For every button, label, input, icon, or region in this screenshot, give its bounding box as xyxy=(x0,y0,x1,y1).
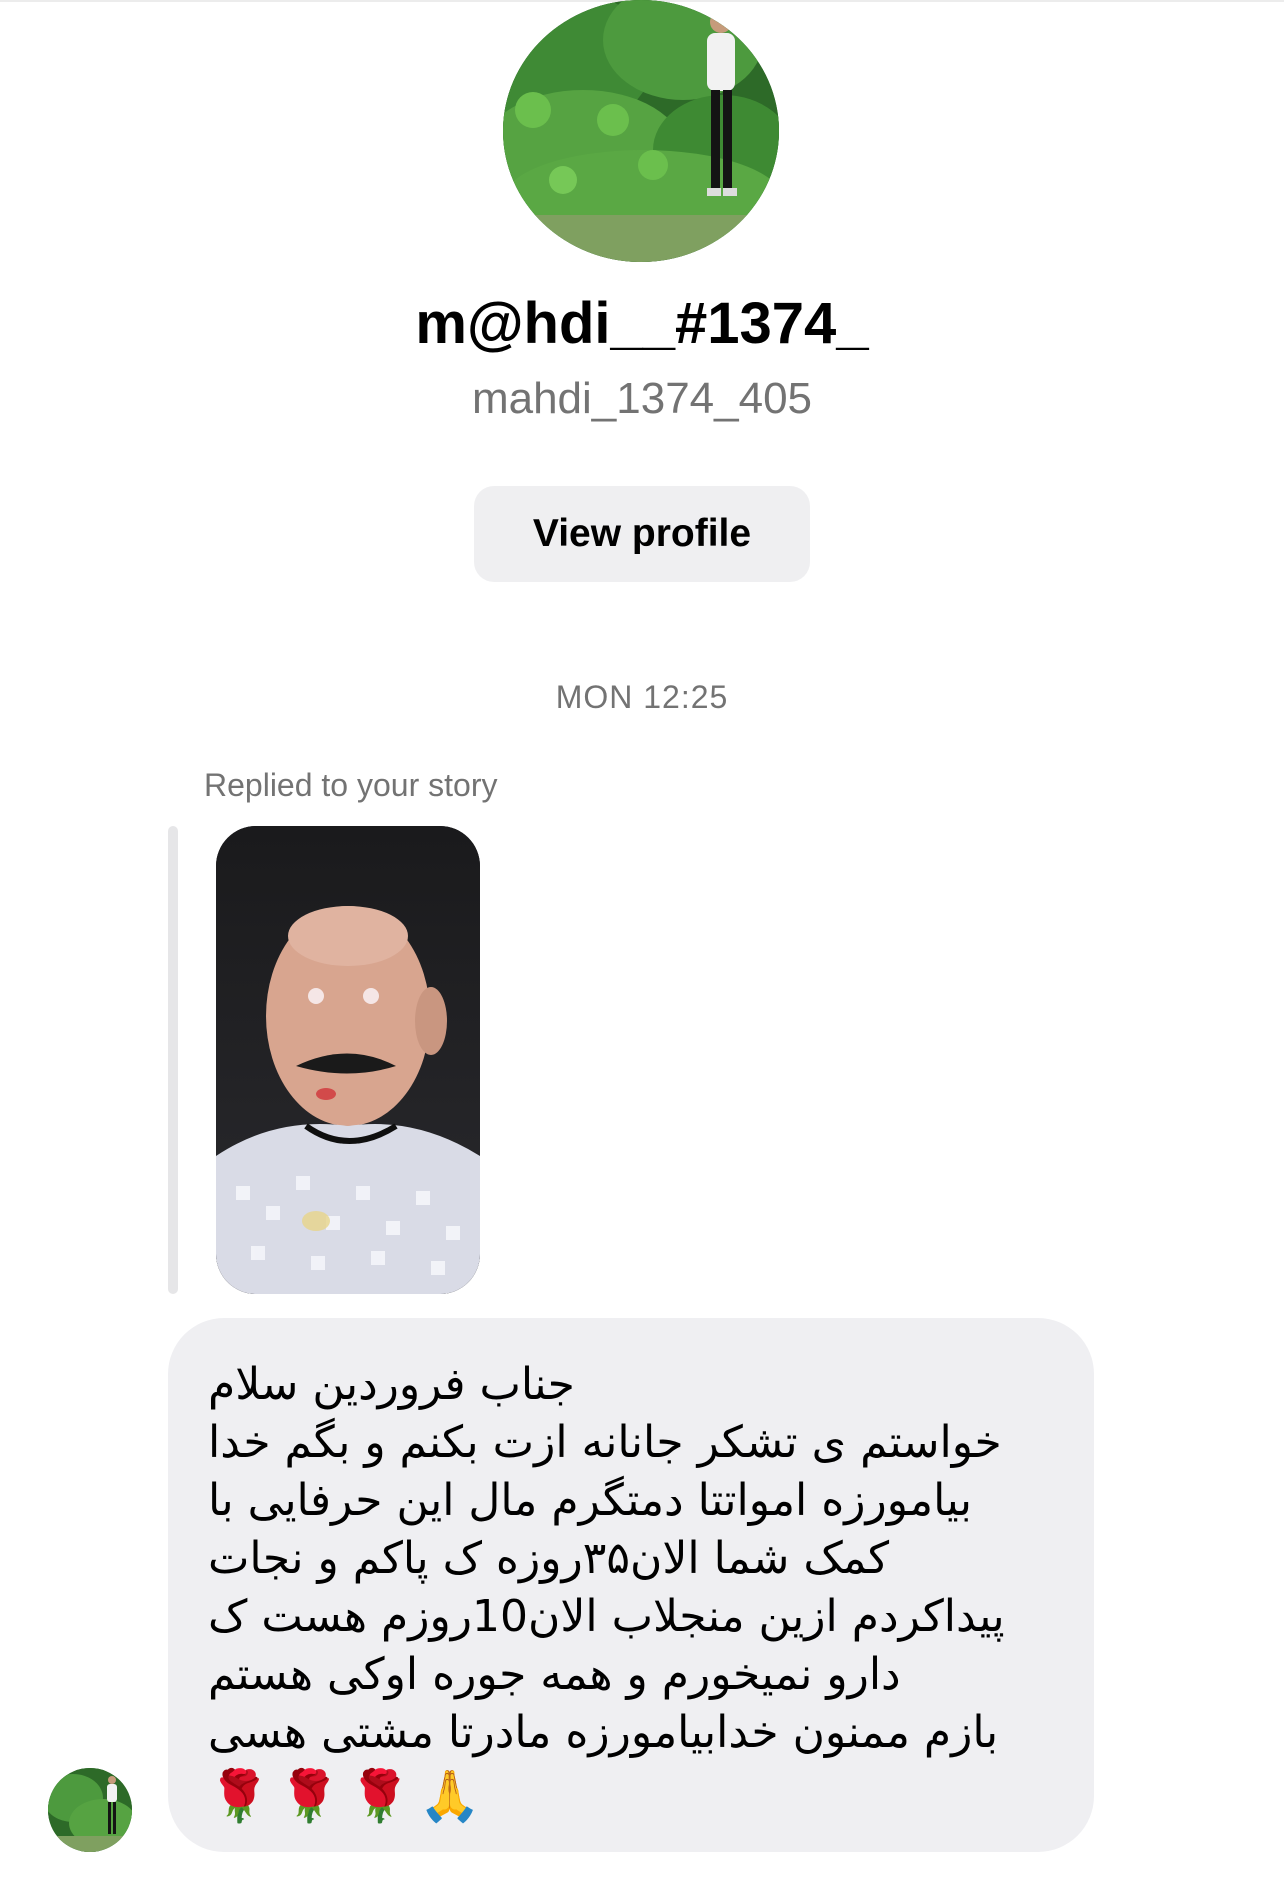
profile-avatar[interactable] xyxy=(503,0,779,262)
message-text: جناب فروردین سلام خواستم ی تشکر جانانه ا… xyxy=(208,1359,1005,1758)
sender-photo-icon xyxy=(48,1768,132,1852)
display-name: m@hdi__#1374_ xyxy=(415,291,869,356)
rose-emoji-icon: 🌹 xyxy=(208,1768,271,1824)
message-emoji-row: 🌹 🌹 🌹 🙏 xyxy=(208,1766,1054,1826)
folded-hands-emoji-icon: 🙏 xyxy=(418,1768,482,1824)
story-image-icon xyxy=(216,826,480,1294)
rose-emoji-icon: 🌹 xyxy=(278,1768,341,1824)
reply-indicator-bar xyxy=(168,826,178,1294)
sender-avatar[interactable] xyxy=(48,1768,132,1852)
view-profile-button[interactable]: View profile xyxy=(474,486,810,582)
rose-emoji-icon: 🌹 xyxy=(348,1768,411,1824)
message-timestamp: MON 12:25 xyxy=(555,679,729,715)
story-thumbnail[interactable] xyxy=(216,826,480,1294)
message-bubble[interactable]: جناب فروردین سلام خواستم ی تشکر جانانه ا… xyxy=(168,1318,1094,1852)
username: mahdi_1374_405 xyxy=(471,374,813,423)
story-reply-label: Replied to your story xyxy=(204,767,498,803)
dm-thread-screen: m@hdi__#1374_ mahdi_1374_405 View profil… xyxy=(0,0,1284,1889)
profile-photo-icon xyxy=(503,0,779,262)
